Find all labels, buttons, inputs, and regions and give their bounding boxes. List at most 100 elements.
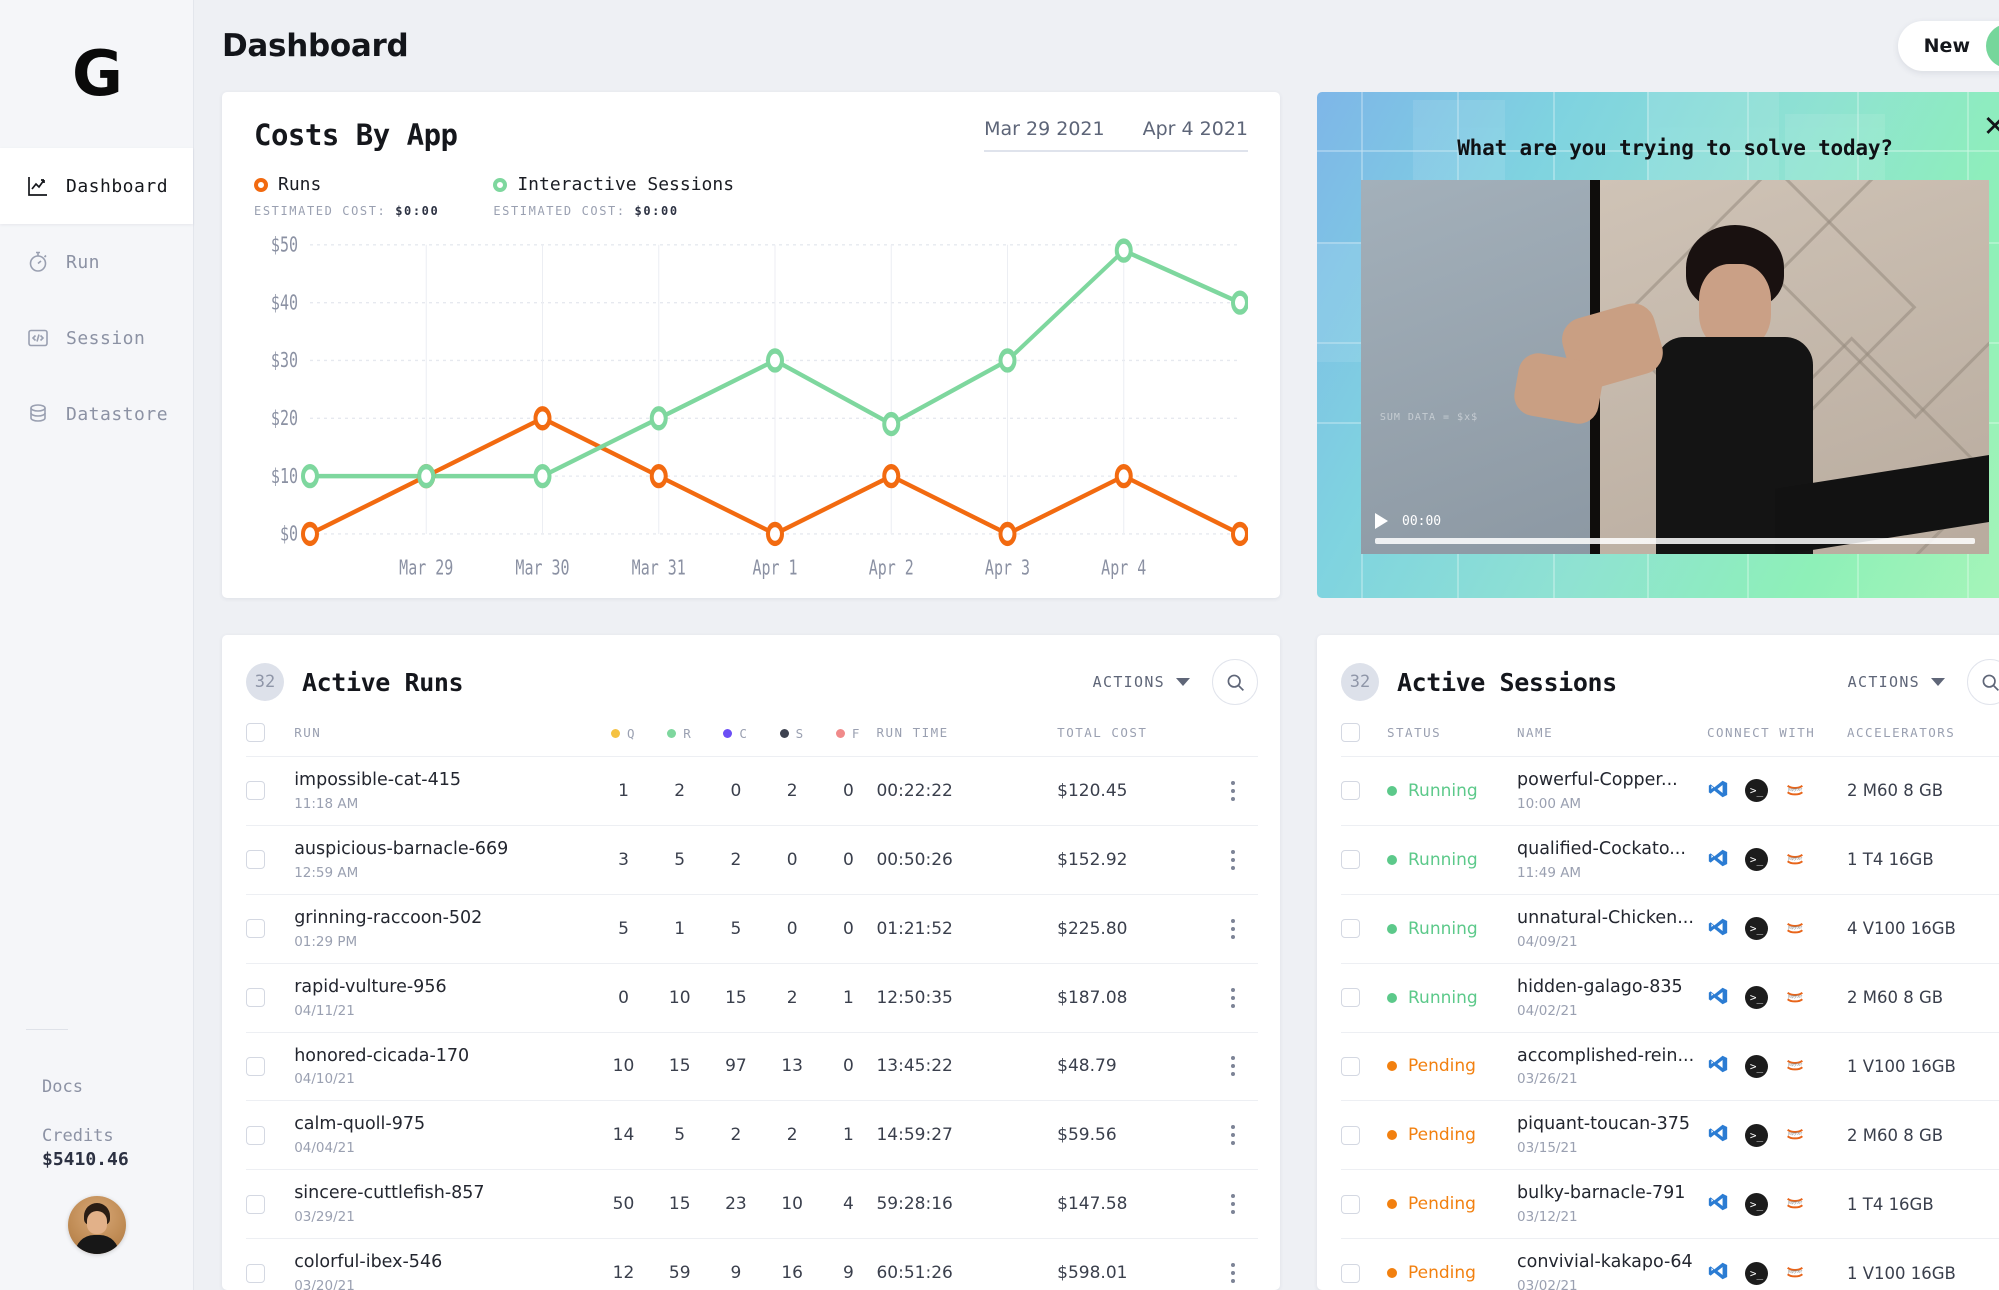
video-player[interactable]: SUM DATA = $x$ 00:00 xyxy=(1361,180,1989,554)
more-options-icon[interactable] xyxy=(1208,1125,1258,1146)
sidebar-item-credits[interactable]: Credits $5410.46 xyxy=(0,1118,193,1180)
sidebar-item-dashboard[interactable]: Dashboard xyxy=(0,148,193,224)
more-options-icon[interactable] xyxy=(1208,987,1258,1008)
vscode-launch-button[interactable] xyxy=(1707,847,1729,873)
table-row[interactable]: Pending convivial-kakapo-64 03/02/21 >_ … xyxy=(1341,1238,1999,1290)
row-menu-cell[interactable] xyxy=(1207,894,1258,964)
checkbox-icon[interactable] xyxy=(246,781,265,801)
more-options-icon[interactable] xyxy=(1208,780,1258,801)
vscode-launch-button[interactable] xyxy=(1707,1191,1729,1217)
sessions-search-button[interactable] xyxy=(1967,659,1999,705)
jupyter-launch-button[interactable]: jupyter xyxy=(1784,778,1806,804)
checkbox-icon[interactable] xyxy=(246,1125,265,1145)
row-checkbox-cell[interactable] xyxy=(246,894,295,964)
terminal-icon[interactable]: >_ xyxy=(1745,1054,1768,1078)
jupyter-launch-button[interactable]: jupyter xyxy=(1784,1191,1806,1217)
col-f[interactable]: F xyxy=(820,707,877,757)
sessions-select-all-header[interactable] xyxy=(1341,707,1387,757)
terminal-icon[interactable]: >_ xyxy=(1745,1192,1768,1216)
vscode-launch-button[interactable] xyxy=(1707,985,1729,1011)
table-row[interactable]: sincere-cuttlefish-857 03/29/21 50 15 23… xyxy=(246,1169,1258,1240)
col-run[interactable]: RUN xyxy=(294,707,596,757)
checkbox-icon[interactable] xyxy=(1341,1056,1360,1076)
sidebar-item-session[interactable]: Session xyxy=(0,300,193,376)
table-row[interactable]: Pending piquant-toucan-375 03/15/21 >_ j… xyxy=(1341,1100,1999,1171)
runs-select-all-header[interactable] xyxy=(246,707,295,757)
close-icon[interactable]: ✕ xyxy=(1983,112,1999,141)
vscode-launch-button[interactable] xyxy=(1707,1122,1729,1148)
row-checkbox-cell[interactable] xyxy=(246,825,295,895)
table-row[interactable]: calm-quoll-975 04/04/21 14 5 2 2 1 14:59… xyxy=(246,1100,1258,1171)
more-options-icon[interactable] xyxy=(1208,1263,1258,1284)
table-row[interactable]: rapid-vulture-956 04/11/21 0 10 15 2 1 1… xyxy=(246,963,1258,1033)
col-total-cost[interactable]: TOTAL COST xyxy=(1057,707,1208,757)
range-end[interactable]: Apr 4 2021 xyxy=(1143,118,1248,140)
col-c[interactable]: C xyxy=(707,707,765,757)
row-checkbox-cell[interactable] xyxy=(1341,1032,1387,1102)
row-checkbox-cell[interactable] xyxy=(246,756,295,826)
sidebar-item-docs[interactable]: Docs xyxy=(0,1056,193,1118)
jupyter-launch-button[interactable]: jupyter xyxy=(1784,916,1806,942)
more-options-icon[interactable] xyxy=(1208,849,1258,870)
row-checkbox-cell[interactable] xyxy=(1341,756,1387,826)
row-checkbox-cell[interactable] xyxy=(1341,1238,1387,1290)
vscode-launch-button[interactable] xyxy=(1707,1053,1729,1079)
row-menu-cell[interactable] xyxy=(1207,1100,1258,1171)
row-checkbox-cell[interactable] xyxy=(1341,894,1387,964)
checkbox-icon[interactable] xyxy=(246,1194,265,1214)
avatar[interactable] xyxy=(67,1196,126,1254)
row-checkbox-cell[interactable] xyxy=(246,1032,295,1102)
more-options-icon[interactable] xyxy=(1208,1056,1258,1077)
row-checkbox-cell[interactable] xyxy=(246,1100,295,1171)
checkbox-icon[interactable] xyxy=(1341,1263,1360,1283)
terminal-icon[interactable]: >_ xyxy=(1745,848,1768,872)
checkbox-icon[interactable] xyxy=(1341,1194,1360,1214)
row-menu-cell[interactable] xyxy=(1207,963,1258,1033)
col-s[interactable]: S xyxy=(764,707,821,757)
checkbox-icon[interactable] xyxy=(1341,781,1360,801)
vscode-launch-button[interactable] xyxy=(1707,1260,1729,1286)
sessions-actions-dropdown[interactable]: ACTIONS xyxy=(1848,673,1945,691)
table-row[interactable]: colorful-ibex-546 03/20/21 12 59 9 16 9 … xyxy=(246,1238,1258,1290)
vscode-launch-button[interactable] xyxy=(1707,916,1729,942)
table-row[interactable]: Running qualified-Cockato... 11:49 AM >_… xyxy=(1341,825,1999,895)
row-checkbox-cell[interactable] xyxy=(1341,1169,1387,1240)
terminal-icon[interactable]: >_ xyxy=(1745,1123,1768,1147)
table-row[interactable]: auspicious-barnacle-669 12:59 AM 3 5 2 0… xyxy=(246,825,1258,895)
col-q[interactable]: Q xyxy=(595,707,652,757)
range-start[interactable]: Mar 29 2021 xyxy=(984,118,1104,140)
video-progress-bar[interactable] xyxy=(1375,538,1975,544)
sidebar-item-datastore[interactable]: Datastore xyxy=(0,376,193,452)
table-row[interactable]: Running powerful-Copper... 10:00 AM >_ j… xyxy=(1341,756,1999,826)
jupyter-launch-button[interactable]: jupyter xyxy=(1784,1260,1806,1286)
plus-icon[interactable]: + xyxy=(1986,24,1999,68)
row-checkbox-cell[interactable] xyxy=(1341,963,1387,1033)
col-status[interactable]: STATUS xyxy=(1387,707,1517,757)
runs-search-button[interactable] xyxy=(1212,659,1258,705)
checkbox-icon[interactable] xyxy=(1341,850,1360,870)
col-name[interactable]: NAME xyxy=(1517,707,1707,757)
row-menu-cell[interactable] xyxy=(1207,1032,1258,1102)
avatar-wrap[interactable] xyxy=(0,1180,193,1290)
terminal-icon[interactable]: >_ xyxy=(1745,986,1768,1010)
runs-actions-dropdown[interactable]: ACTIONS xyxy=(1093,673,1190,691)
jupyter-launch-button[interactable]: jupyter xyxy=(1784,847,1806,873)
more-options-icon[interactable] xyxy=(1208,1194,1258,1215)
new-button[interactable]: New + xyxy=(1897,21,1999,71)
date-range-selector[interactable]: Mar 29 2021 Apr 4 2021 xyxy=(984,118,1248,152)
table-row[interactable]: Pending accomplished-rein... 03/26/21 >_… xyxy=(1341,1032,1999,1102)
jupyter-launch-button[interactable]: jupyter xyxy=(1784,985,1806,1011)
checkbox-icon[interactable] xyxy=(246,1056,265,1076)
checkbox-icon[interactable] xyxy=(1341,919,1360,939)
row-menu-cell[interactable] xyxy=(1207,1169,1258,1240)
table-row[interactable]: honored-cicada-170 04/10/21 10 15 97 13 … xyxy=(246,1032,1258,1102)
row-checkbox-cell[interactable] xyxy=(246,1169,295,1240)
app-logo[interactable]: G xyxy=(0,0,193,148)
row-checkbox-cell[interactable] xyxy=(246,1238,295,1290)
checkbox-icon[interactable] xyxy=(246,1263,265,1283)
checkbox-icon[interactable] xyxy=(246,723,265,742)
sidebar-item-run[interactable]: Run xyxy=(0,224,193,300)
col-r[interactable]: R xyxy=(651,707,708,757)
video-controls[interactable]: 00:00 xyxy=(1361,513,1989,554)
play-icon[interactable] xyxy=(1375,513,1388,529)
